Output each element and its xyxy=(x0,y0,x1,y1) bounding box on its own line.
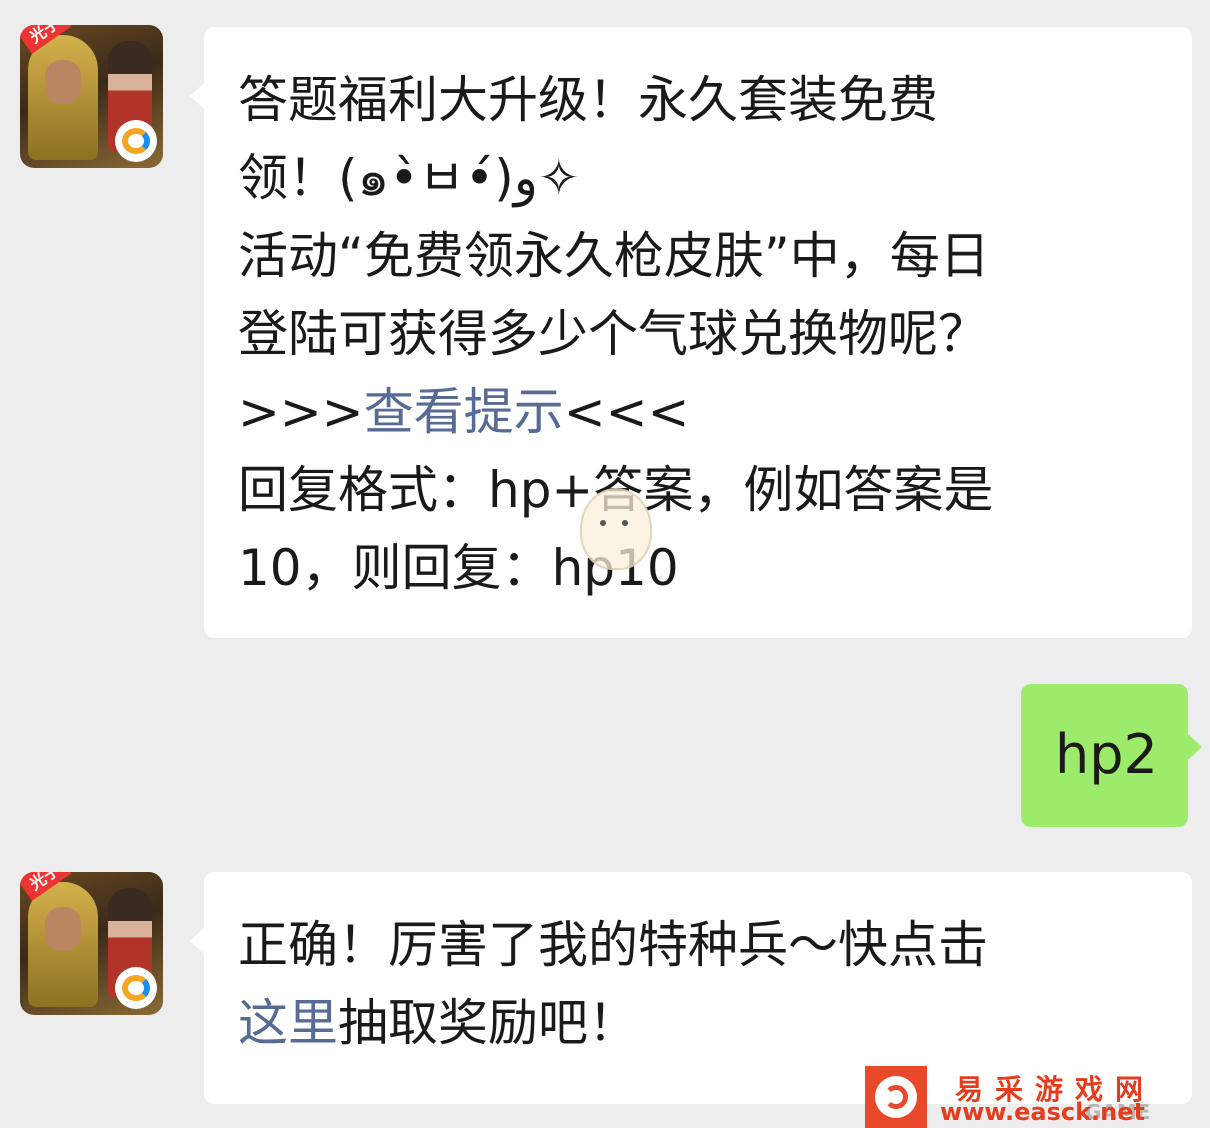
character-face-icon xyxy=(45,60,81,104)
sticker-watermark-icon xyxy=(580,488,652,570)
message-line-rest: 抽取奖励吧！ xyxy=(338,994,638,1052)
message-line: 答题福利大升级！永久套装免费 xyxy=(238,71,938,129)
character-face-icon xyxy=(45,907,81,951)
message-bubble-incoming[interactable]: 答题福利大升级！永久套装免费 领！(๑•̀ㅂ•́)و✧ 活动“免费领永久枪皮肤”… xyxy=(190,27,1192,638)
message-line: 登陆可获得多少个气球兑换物呢？ xyxy=(238,305,988,363)
message-line: 活动“免费领永久枪皮肤”中，每日 xyxy=(238,227,990,285)
view-hint-link[interactable]: 查看提示 xyxy=(364,383,564,441)
sender-avatar[interactable]: 光子 xyxy=(20,25,163,168)
reply-format-line: 回复格式：hp+答案，例如答案是 xyxy=(238,451,1192,529)
message-bubble-outgoing[interactable]: hp2 xyxy=(1021,684,1202,827)
tencent-logo-icon xyxy=(115,967,157,1009)
message-line: 正确！厉害了我的特种兵～快点击 xyxy=(238,916,988,974)
site-url: www.easck.net xyxy=(940,1098,1145,1126)
message-text: hp2 xyxy=(1055,723,1158,786)
reply-format-line: 10，则回复：hp10 xyxy=(238,539,679,597)
here-link[interactable]: 这里 xyxy=(238,994,338,1052)
tencent-logo-icon xyxy=(115,120,157,162)
message-line: 这里抽取奖励吧！ xyxy=(238,984,1192,1062)
message-line: 领！(๑•̀ㅂ•́)و✧ xyxy=(238,149,580,207)
hint-line: >>>查看提示<<< xyxy=(238,373,1192,451)
sender-avatar[interactable]: 光子 xyxy=(20,872,163,1015)
site-logo-icon xyxy=(865,1066,927,1128)
hint-prefix: >>> xyxy=(238,383,364,441)
hint-suffix: <<< xyxy=(563,383,690,441)
